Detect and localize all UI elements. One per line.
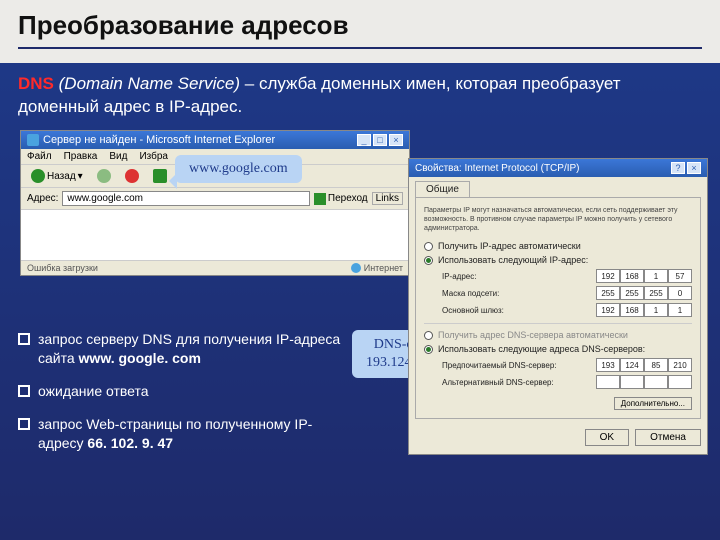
browser-title: Сервер не найден - Microsoft Internet Ex…: [43, 134, 275, 146]
tcpip-title: Свойства: Internet Protocol (TCP/IP): [415, 163, 580, 174]
slide-title: Преобразование адресов: [18, 10, 702, 41]
radio-manual-ip[interactable]: Использовать следующий IP-адрес:: [424, 255, 692, 265]
globe-icon: [351, 263, 361, 273]
menu-fav[interactable]: Избра: [139, 151, 168, 162]
links-toolbar[interactable]: Links: [372, 192, 403, 205]
bullet-3: запрос Web-страницы по полученному IP-ад…: [18, 415, 348, 453]
checkbox-icon: [18, 385, 30, 397]
radio-icon: [424, 256, 433, 265]
ie-icon: [27, 134, 39, 146]
radio-manual-dns[interactable]: Использовать следующие адреса DNS-сервер…: [424, 344, 692, 354]
bullet-1: запрос серверу DNS для получения IP-адре…: [18, 330, 348, 368]
dns1-label: Предпочитаемый DNS-сервер:: [442, 361, 557, 370]
tcpip-dialog: Свойства: Internet Protocol (TCP/IP) ? ×…: [408, 158, 708, 455]
address-input[interactable]: www.google.com: [62, 191, 310, 206]
dns2-label: Альтернативный DNS-сервер:: [442, 378, 554, 387]
close-button[interactable]: ×: [389, 134, 403, 146]
radio-icon: [424, 242, 433, 251]
dns-abbrev: DNS: [18, 74, 54, 93]
address-label: Адрес:: [27, 193, 58, 204]
tcpip-titlebar: Свойства: Internet Protocol (TCP/IP) ? ×: [409, 159, 707, 177]
tcpip-body: Параметры IP могут назначаться автоматич…: [415, 197, 701, 419]
stop-icon: [125, 169, 139, 183]
browser-viewport: [21, 210, 409, 260]
ip-fields: IP-адрес: 192168157 Маска подсети: 25525…: [442, 269, 692, 317]
mask-label: Маска подсети:: [442, 289, 499, 298]
tcpip-description: Параметры IP могут назначаться автоматич…: [424, 206, 692, 233]
radio-icon: [424, 345, 433, 354]
menu-file[interactable]: Файл: [27, 151, 52, 162]
menu-view[interactable]: Вид: [109, 151, 127, 162]
status-right: Интернет: [351, 263, 403, 273]
bullet-2: ожидание ответа: [18, 382, 348, 401]
browser-titlebar: Сервер не найден - Microsoft Internet Ex…: [21, 131, 409, 149]
dns-expansion: (Domain Name Service): [59, 74, 240, 93]
gateway-label: Основной шлюз:: [442, 306, 504, 315]
forward-button[interactable]: [93, 168, 115, 184]
title-block: Преобразование адресов: [0, 0, 720, 63]
gateway-input[interactable]: 19216811: [596, 303, 692, 317]
address-bar: Адрес: www.google.com Переход Links: [21, 188, 409, 210]
forward-icon: [97, 169, 111, 183]
subtitle: DNS (Domain Name Service) – служба домен…: [0, 63, 720, 125]
status-left: Ошибка загрузки: [27, 263, 98, 273]
radio-icon: [424, 331, 433, 340]
window-controls: _ □ ×: [357, 134, 403, 146]
close-button[interactable]: ×: [687, 162, 701, 174]
back-icon: [31, 169, 45, 183]
dialog-buttons: OK Отмена: [409, 425, 707, 454]
advanced-row: Дополнительно...: [424, 393, 692, 410]
maximize-button[interactable]: □: [373, 134, 387, 146]
bullet-list: запрос серверу DNS для получения IP-адре…: [18, 330, 348, 466]
title-rule: [18, 47, 702, 49]
browser-window: Сервер не найден - Microsoft Internet Ex…: [20, 130, 410, 276]
radio-auto-ip[interactable]: Получить IP-адрес автоматически: [424, 241, 692, 251]
separator: [424, 323, 692, 324]
cancel-button[interactable]: Отмена: [635, 429, 701, 446]
ip-label: IP-адрес:: [442, 272, 476, 281]
ip-input[interactable]: 192168157: [596, 269, 692, 283]
stop-button[interactable]: [121, 168, 143, 184]
tab-row: Общие: [409, 177, 707, 197]
go-button[interactable]: Переход: [314, 193, 368, 205]
dns1-input[interactable]: 19312485210: [596, 358, 692, 372]
checkbox-icon: [18, 418, 30, 430]
menu-edit[interactable]: Правка: [64, 151, 98, 162]
radio-auto-dns[interactable]: Получить адрес DNS-сервера автоматически: [424, 330, 692, 340]
callout-url: www.google.com: [175, 155, 302, 183]
minimize-button[interactable]: _: [357, 134, 371, 146]
dns2-input[interactable]: [596, 375, 692, 389]
advanced-button[interactable]: Дополнительно...: [614, 397, 692, 410]
ok-button[interactable]: OK: [585, 429, 629, 446]
help-button[interactable]: ?: [671, 162, 685, 174]
go-icon: [314, 193, 326, 205]
tab-general[interactable]: Общие: [415, 181, 470, 197]
checkbox-icon: [18, 333, 30, 345]
mask-input[interactable]: 2552552550: [596, 286, 692, 300]
go-label: Переход: [328, 193, 368, 204]
browser-statusbar: Ошибка загрузки Интернет: [21, 260, 409, 275]
back-button[interactable]: Назад ▾: [27, 168, 87, 184]
dns-fields: Предпочитаемый DNS-сервер: 19312485210 А…: [442, 358, 692, 389]
back-label: Назад: [47, 171, 76, 182]
